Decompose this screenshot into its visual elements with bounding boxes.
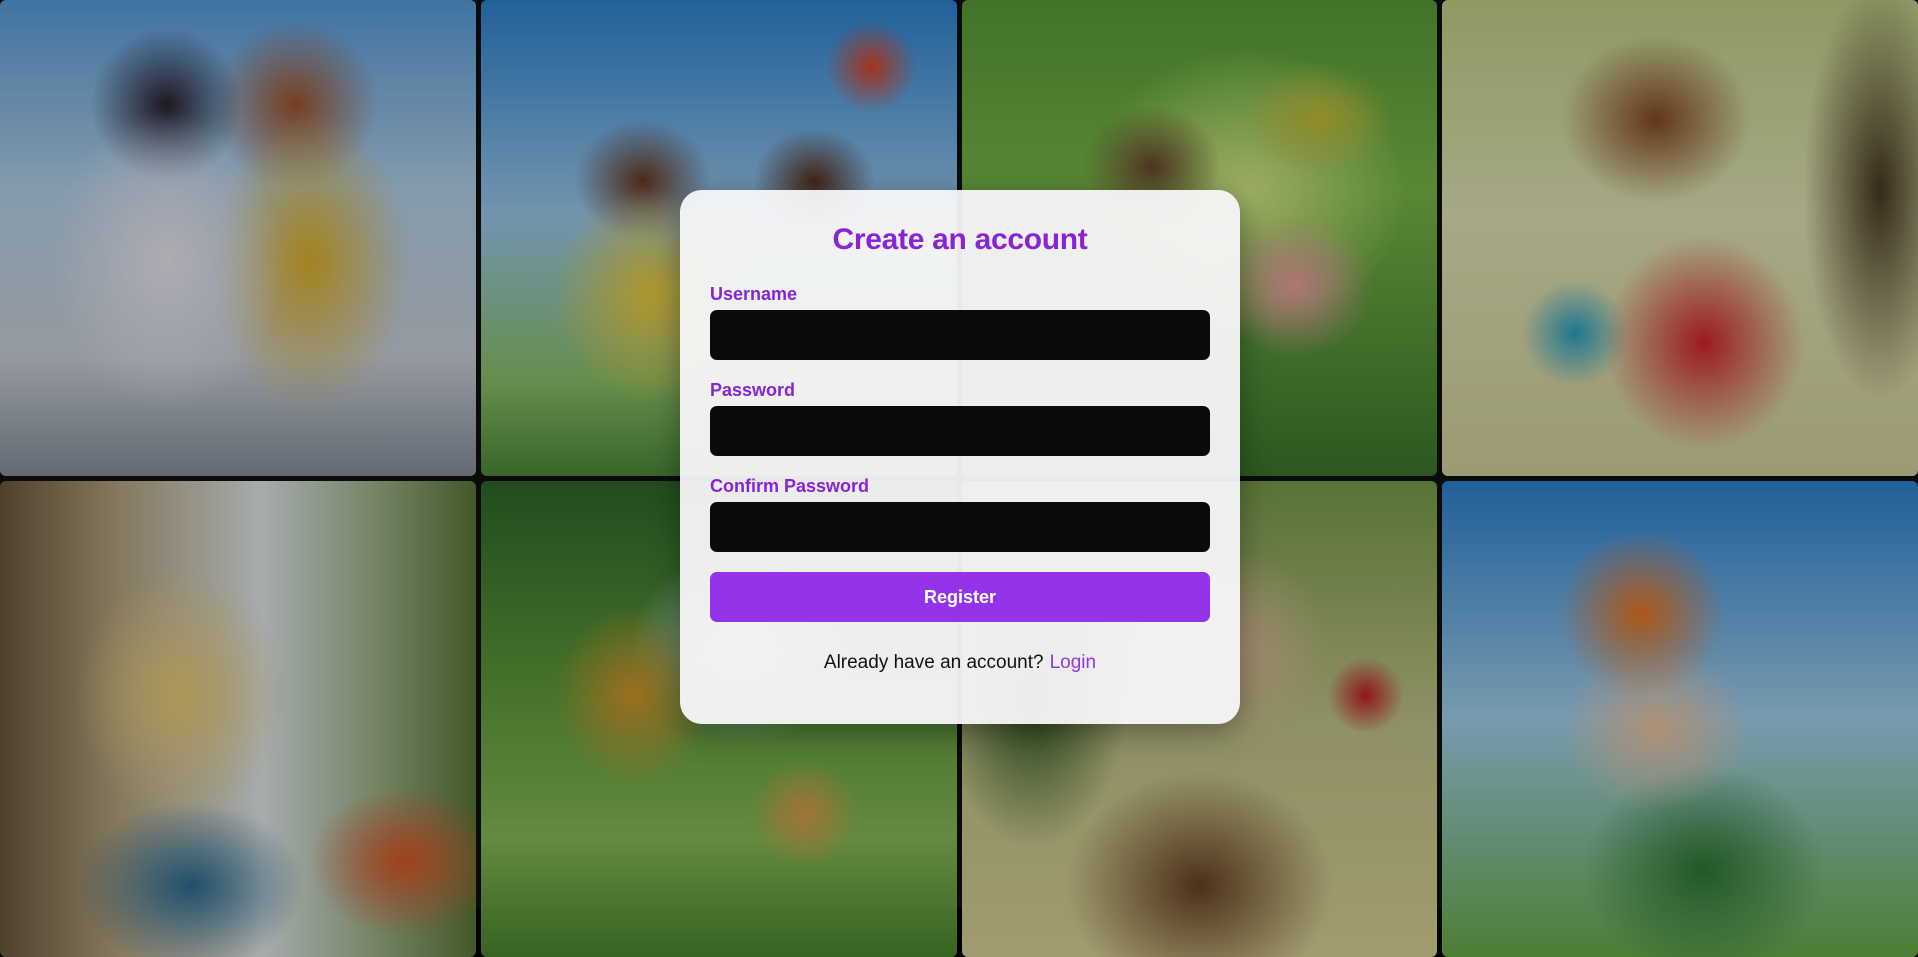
- gallery-image-blonde-girl-window: [0, 481, 476, 957]
- confirm-password-label: Confirm Password: [710, 476, 870, 496]
- password-label: Password: [710, 380, 796, 400]
- register-card: Create an account Username Password Conf…: [680, 190, 1240, 724]
- login-link[interactable]: Login: [1050, 652, 1097, 673]
- gallery-image-boy-with-bubbles: [1442, 481, 1918, 957]
- page-title: Create an account: [832, 223, 1088, 256]
- confirm-password-input[interactable]: [710, 502, 1210, 552]
- login-prompt: Already have an account? Login: [710, 652, 1210, 674]
- gallery-image-girl-with-blue-bunny: [1442, 0, 1918, 476]
- password-input[interactable]: [710, 406, 1210, 456]
- login-prompt-text: Already have an account?: [823, 652, 1044, 673]
- gallery-image-two-girls-city-street: [0, 0, 476, 476]
- username-input[interactable]: [710, 310, 1210, 360]
- username-label: Username: [710, 284, 798, 304]
- register-button[interactable]: Register: [710, 572, 1210, 622]
